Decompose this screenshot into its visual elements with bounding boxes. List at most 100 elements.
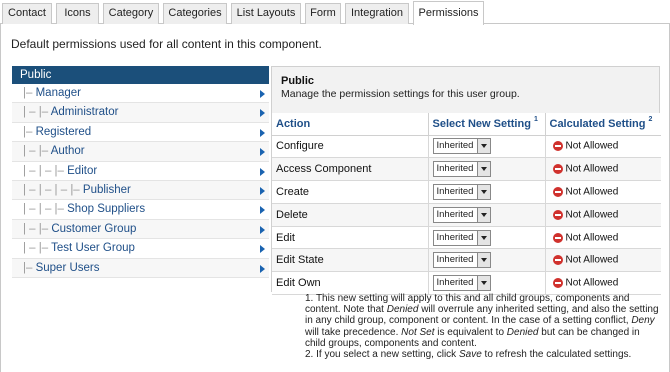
tab-integration[interactable]: Integration [345,3,409,24]
tab-contact[interactable]: Contact [2,3,52,24]
setting-select[interactable]: Inherited [432,138,491,155]
setting-select[interactable]: Inherited [432,206,491,223]
intro-text: Default permissions used for all content… [11,37,322,51]
tab-permissions[interactable]: Permissions [413,1,484,25]
panel-description: Manage the permission settings for this … [281,88,520,100]
group-label: Author [50,145,85,158]
table-row: Configure Inherited Not Allowed [272,135,661,159]
table-header-row: Action Select New Setting 1 Calculated S… [272,113,661,136]
chevron-down-icon[interactable] [476,162,490,177]
action-name: Create [272,180,429,204]
footnote-2: 2. If you select a new setting, click Sa… [305,349,661,360]
group-label: Super Users [35,261,100,274]
select-value: Inherited [436,277,474,289]
header-label: Action [276,117,311,130]
deny-icon [552,255,563,266]
group-label: Test User Group [51,242,135,255]
arrow-right-icon [260,245,265,254]
note-text: 2. If you select a new setting, click [305,349,459,361]
setting-select[interactable]: Inherited [432,229,491,246]
note-emphasis: Save [458,349,482,361]
calculated-value: Not Allowed [565,140,619,152]
group-indent: |– [23,261,33,274]
tab-categories[interactable]: Categories [163,3,227,24]
footnotes: 1. This new setting will apply to this a… [305,293,661,360]
chevron-down-icon[interactable] [476,253,490,268]
tab-label: Integration [351,7,403,19]
select-value: Inherited [436,254,474,266]
permissions-page: Default permissions used for all content… [0,24,670,372]
table-row: Edit State Inherited Not Allowed [272,248,661,273]
arrow-right-icon [260,225,265,234]
group-item-shop-suppliers[interactable]: | – | – |– Shop Suppliers [12,200,269,220]
action-name: Edit Own [272,271,429,296]
tab-label: List Layouts [236,7,296,19]
select-value: Inherited [436,208,474,220]
group-indent: |– [23,125,33,138]
arrow-right-icon [260,167,265,176]
footnote-1: 1. This new setting will apply to this a… [305,293,661,349]
tab-label: Contact [8,7,46,19]
calculated-value: Not Allowed [565,163,619,175]
group-item-test-user-group[interactable]: | – |– Test User Group [12,239,269,259]
group-item-publisher[interactable]: | – | – | – |– Publisher [12,180,269,201]
group-label: Public [20,69,52,81]
table-row: Access Component Inherited Not Allowed [272,157,661,182]
setting-cell: Inherited [428,226,546,250]
setting-select[interactable]: Inherited [432,161,491,178]
deny-icon [552,141,563,152]
arrow-right-icon [260,109,265,118]
permissions-table: Action Select New Setting 1 Calculated S… [272,113,661,296]
note-emphasis: Deny [631,315,655,327]
group-item-editor[interactable]: | – | – |– Editor [12,161,269,181]
group-item-manager[interactable]: |– Manager [12,84,269,104]
tab-label: Form [310,7,336,19]
note-text: is equivalent to [434,326,507,338]
group-indent: | – |– [23,242,49,255]
permissions-panel: Public Manage the permission settings fo… [271,66,661,296]
chevron-down-icon[interactable] [476,230,490,245]
chevron-down-icon[interactable] [476,207,490,222]
table-row: Edit Own Inherited Not Allowed [272,271,661,296]
group-item-administrator[interactable]: | – |– Administrator [12,103,269,123]
tab-icons[interactable]: Icons [56,3,99,24]
setting-select[interactable]: Inherited [432,275,491,292]
group-label: Manager [35,87,81,99]
chevron-down-icon[interactable] [476,276,490,291]
group-item-super-users[interactable]: |– Super Users [12,258,269,278]
tab-list-layouts[interactable]: List Layouts [231,3,301,24]
setting-select[interactable]: Inherited [432,183,491,200]
group-item-public[interactable]: Public [12,66,269,84]
group-item-author[interactable]: | – |– Author [12,142,269,162]
arrow-right-icon [260,186,265,195]
group-item-customer-group[interactable]: | – |– Customer Group [12,219,269,240]
setting-cell: Inherited [428,271,546,296]
action-name: Delete [272,203,429,227]
group-label: Editor [67,164,98,177]
header-action: Action [272,113,429,136]
setting-select[interactable]: Inherited [432,252,491,269]
arrow-right-icon [260,206,265,215]
select-value: Inherited [436,185,474,197]
group-indent: | – | – |– [23,203,64,216]
select-value: Inherited [436,231,474,243]
tab-form[interactable]: Form [305,3,341,24]
tab-label: Permissions [418,7,479,19]
tab-bar: Contact Icons Category Categories List L… [0,0,670,25]
note-text: will take precedence. [305,326,402,338]
table-row: Delete Inherited Not Allowed [272,203,661,227]
group-list: Public |– Manager | – |– Administrator |… [12,66,269,278]
calculated-cell: Not Allowed [545,248,661,273]
setting-cell: Inherited [428,157,546,182]
tab-category[interactable]: Category [103,3,159,24]
chevron-down-icon[interactable] [476,184,490,199]
tab-label: Icons [64,7,91,19]
calculated-value: Not Allowed [565,186,619,198]
footnote-marker: 2 [648,115,653,123]
group-label: Registered [35,125,92,138]
chevron-down-icon[interactable] [476,139,490,154]
calculated-cell: Not Allowed [545,271,661,296]
note-text: to refresh the calculated settings. [481,349,632,361]
tab-label: Category [108,7,154,19]
group-item-registered[interactable]: |– Registered [12,122,269,143]
